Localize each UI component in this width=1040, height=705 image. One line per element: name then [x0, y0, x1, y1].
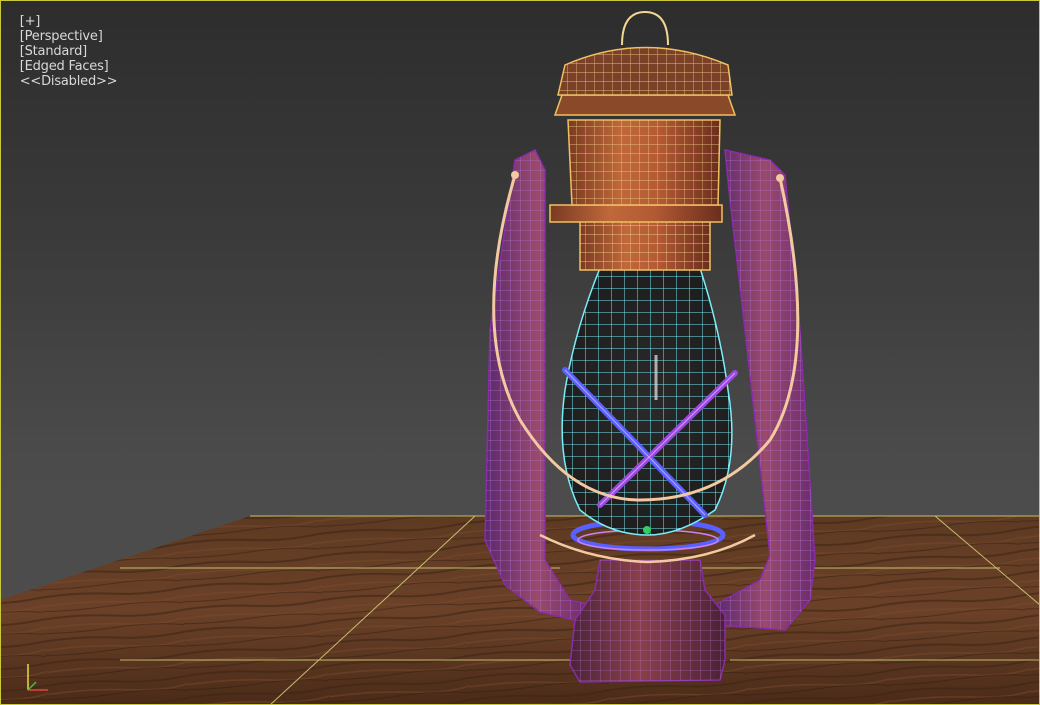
viewport-scene[interactable]	[0, 0, 1040, 705]
viewport-menu-button[interactable]: [+]	[20, 14, 41, 29]
xyz-axis-tripod-icon	[27, 664, 48, 691]
viewport-label-bar: [+] [Perspective] [Standard] [Edged Face…	[4, 0, 118, 104]
view-type-menu[interactable]: [Perspective]	[20, 29, 103, 44]
object-pivot-marker[interactable]	[643, 526, 651, 534]
lantern-top-cap[interactable]	[557, 10, 733, 96]
perspective-viewport[interactable]: [+] [Perspective] [Standard] [Edged Face…	[0, 0, 1040, 705]
shading-mode-menu[interactable]: [Standard]	[20, 44, 87, 59]
lantern-collar[interactable]	[579, 219, 711, 271]
disabled-status-label[interactable]: <<Disabled>>	[20, 74, 118, 89]
lantern-chimney[interactable]	[549, 94, 737, 223]
display-mode-menu[interactable]: [Edged Faces]	[20, 59, 109, 74]
